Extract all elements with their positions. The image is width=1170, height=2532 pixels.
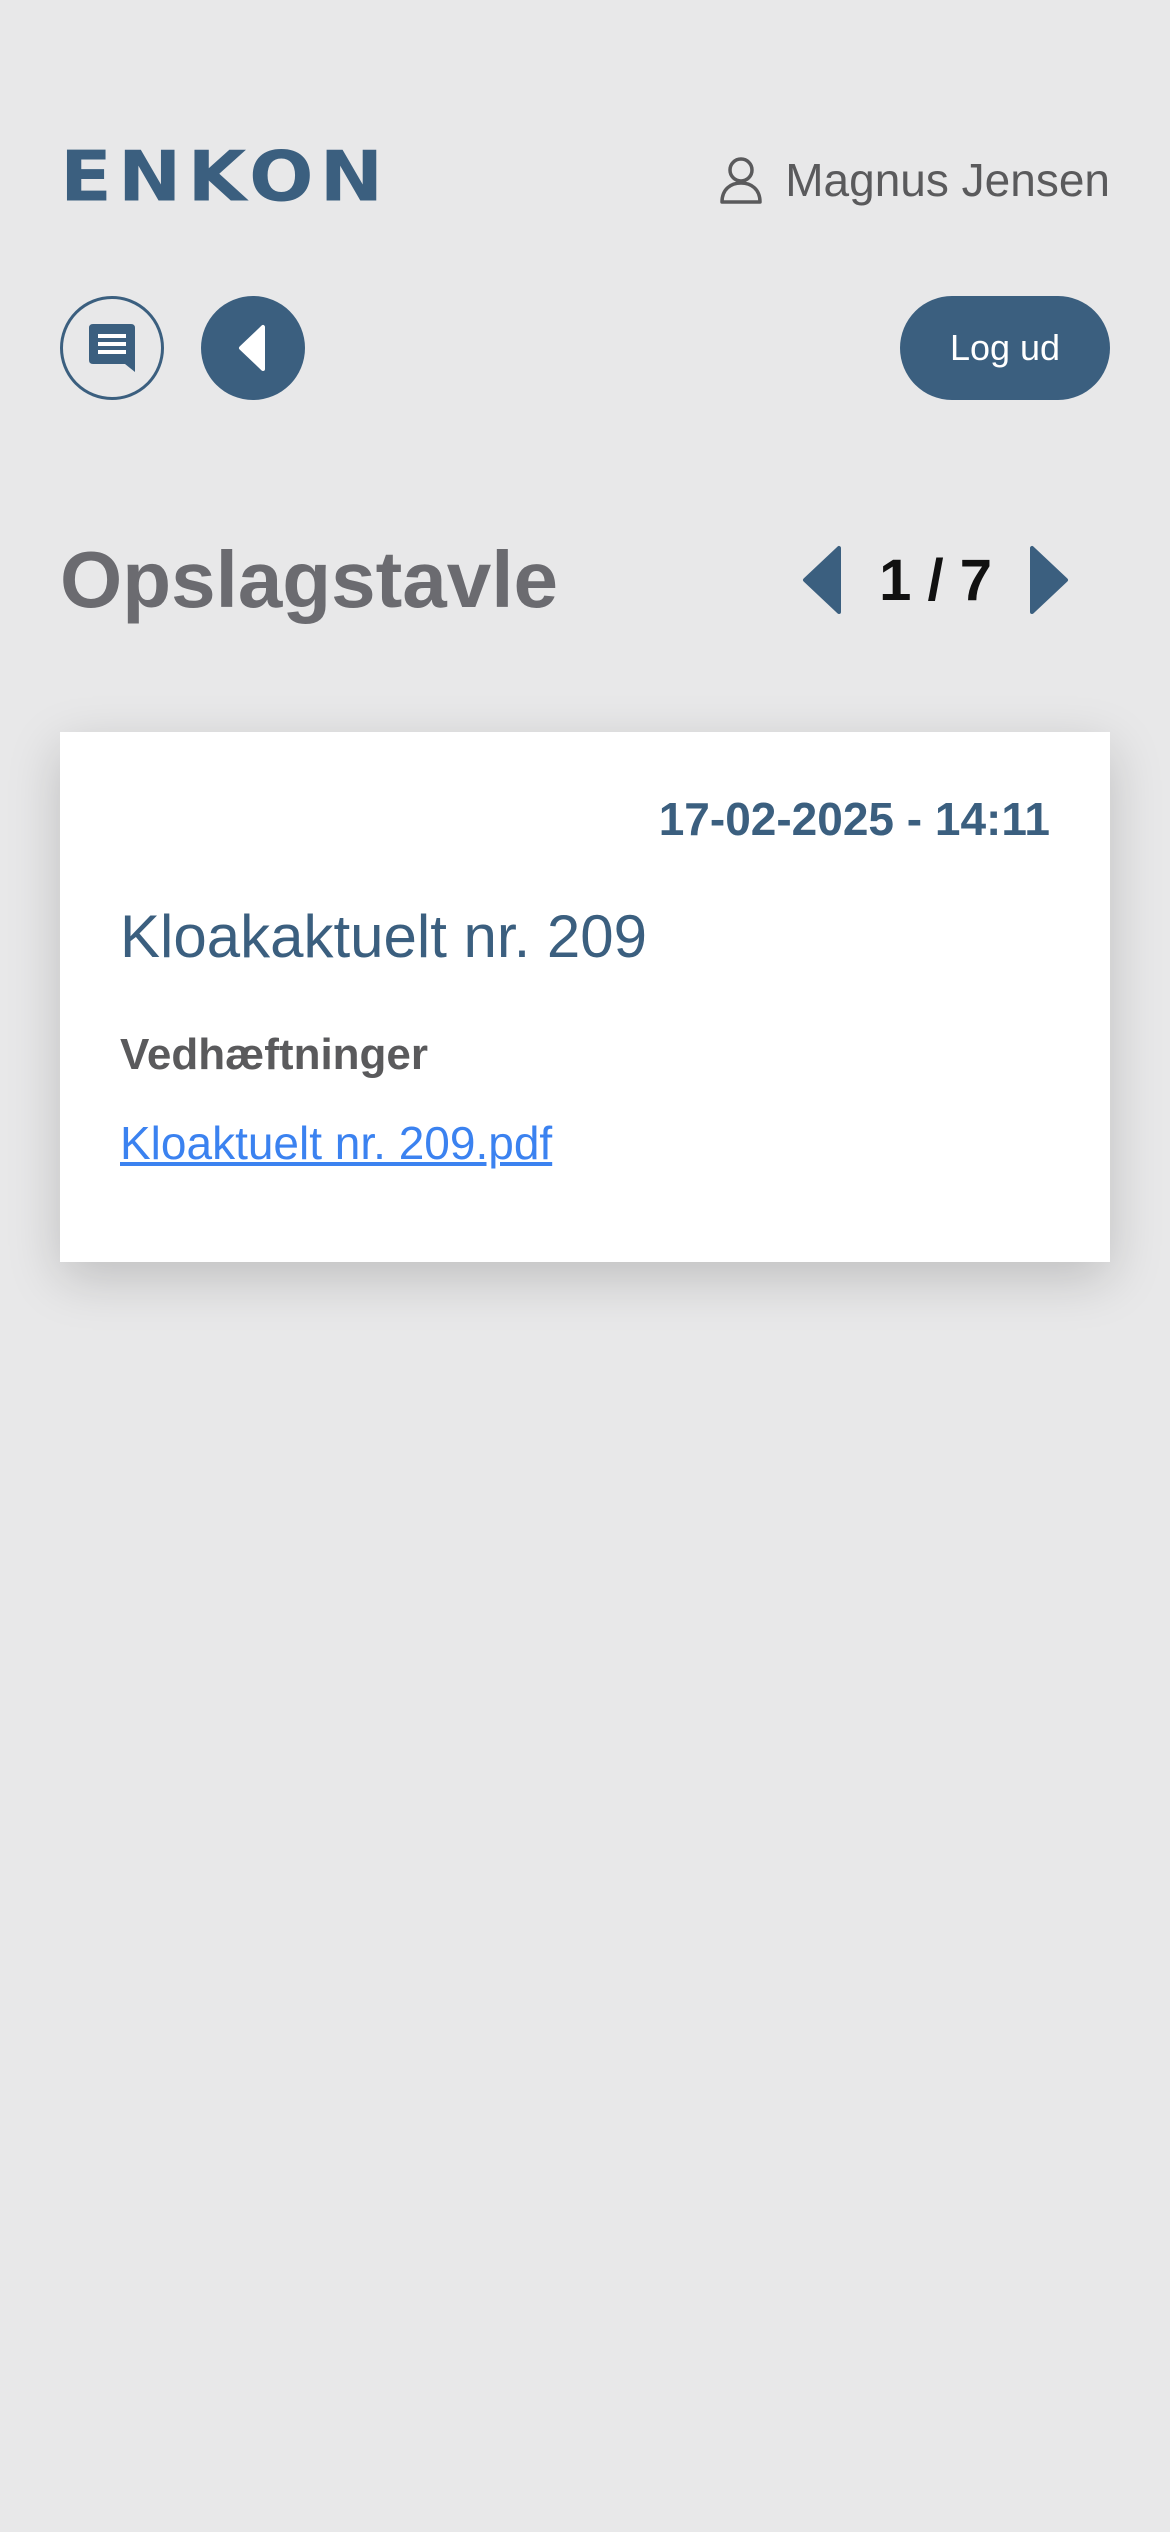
pager: 1 / 7 [801,544,1070,616]
attachment-link[interactable]: Kloaktuelt nr. 209.pdf [120,1116,552,1170]
toolbar: Log ud [60,296,1110,402]
user-icon [720,157,762,204]
post-title: Kloakaktuelt nr. 209 [120,903,648,970]
pager-count: 1 / 7 [879,547,992,613]
enkon-logo: ENKON [60,135,390,217]
post-card: 17-02-2025 - 14:11 Kloakaktuelt nr. 209 … [60,732,1110,1262]
chevron-right-icon[interactable] [1028,544,1070,616]
back-button[interactable] [201,296,305,400]
back-arrow-icon [239,325,265,371]
page-title: Opslagstavle [60,535,559,624]
user-info: Magnus Jensen [719,154,1110,206]
page-header: Opslagstavle 1 / 7 [60,530,1110,630]
user-name: Magnus Jensen [785,154,1110,206]
logout-button[interactable]: Log ud [900,296,1110,400]
attachments-label: Vedhæftninger [120,1030,429,1079]
chevron-left-icon[interactable] [801,544,843,616]
post-date: 17-02-2025 - 14:11 [658,793,1050,845]
messages-button[interactable] [60,296,164,400]
chat-bubble-icon [89,324,135,372]
app-header: ENKON Magnus Jensen [60,140,1110,220]
